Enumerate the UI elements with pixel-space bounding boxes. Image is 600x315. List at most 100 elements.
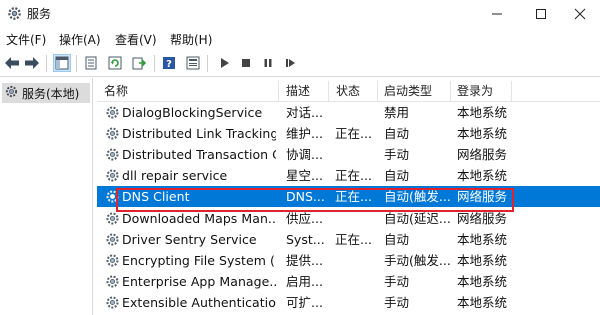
pause-service-icon — [264, 59, 272, 67]
restart-service-button[interactable] — [281, 54, 299, 72]
service-log-on-as: 本地系统 — [457, 231, 508, 247]
service-name: DNS Client — [122, 189, 190, 205]
service-name: DialogBlockingService — [122, 105, 263, 120]
column-header-description[interactable]: 描述 — [279, 81, 327, 102]
stop-service-button[interactable] — [237, 54, 255, 72]
service-startup-type: 自动 — [384, 168, 410, 184]
service-log-on-as: 网络服务 — [457, 210, 508, 226]
help-icon: ? — [163, 57, 175, 70]
service-gear-icon — [104, 294, 121, 311]
forward-button[interactable] — [23, 54, 41, 72]
maximize-button[interactable] — [518, 0, 564, 28]
pause-service-button[interactable] — [259, 54, 277, 72]
refresh-icon — [108, 56, 122, 70]
service-log-on-as: 本地系统 — [457, 126, 508, 142]
menu-action[interactable]: 操作(A) — [59, 31, 101, 48]
column-divider[interactable] — [511, 81, 512, 102]
menu-file[interactable]: 文件(F) — [6, 31, 46, 48]
console-tree-button[interactable] — [53, 54, 71, 72]
service-description: 启用... — [286, 273, 323, 289]
service-name: Extensible Authentication... — [122, 294, 276, 310]
service-status: 正在... — [335, 168, 372, 184]
back-icon — [5, 57, 19, 69]
table-row[interactable]: Extensible Authentication... 可扩... 手动 本地系统 — [97, 292, 600, 313]
toolbar-separator — [76, 55, 77, 72]
service-status: 正在... — [335, 231, 372, 247]
service-startup-type: 手动 — [384, 273, 410, 289]
view-icon — [186, 56, 200, 70]
service-startup-type: 自动(延迟... — [384, 210, 451, 226]
stop-service-icon — [242, 59, 250, 67]
export-list-icon — [132, 57, 146, 70]
service-status — [335, 250, 379, 271]
services-gear-icon — [6, 5, 23, 22]
table-row[interactable]: Enterprise App Manage... 启用... 手动 本地系统 — [97, 271, 600, 292]
service-log-on-as: 网络服务 — [457, 147, 508, 163]
service-status — [335, 271, 379, 292]
service-startup-type: 禁用 — [384, 105, 410, 120]
menu-bar: 文件(F) 操作(A) 查看(V) 帮助(H) — [0, 28, 600, 50]
column-header-log-on-as[interactable]: 登录为 — [450, 81, 520, 102]
column-header-name[interactable]: 名称 — [97, 81, 277, 102]
service-description: 可扩... — [286, 294, 323, 310]
service-description: Syst... — [286, 231, 325, 247]
service-name: Enterprise App Manage... — [122, 273, 276, 289]
minimize-icon — [492, 13, 502, 15]
properties-button[interactable] — [82, 54, 100, 72]
service-gear-icon — [104, 231, 121, 248]
close-button[interactable] — [560, 0, 600, 28]
tree-item-services-local[interactable]: 服务(本地) — [2, 83, 90, 103]
service-startup-type: 自动 — [384, 231, 410, 247]
toolbar: ? — [0, 50, 600, 77]
maximize-icon — [536, 9, 546, 19]
table-row[interactable]: dll repair service 星空... 正在... 自动 本地系统 — [97, 165, 600, 186]
service-name: Driver Sentry Service — [122, 231, 257, 247]
toolbar-separator — [154, 55, 155, 72]
restart-service-icon — [286, 59, 295, 67]
service-startup-type: 手动 — [384, 294, 410, 310]
help-button[interactable]: ? — [160, 54, 178, 72]
service-log-on-as: 本地系统 — [457, 273, 508, 289]
service-gear-icon — [104, 125, 121, 142]
export-list-button[interactable] — [130, 54, 148, 72]
service-gear-icon — [104, 167, 121, 184]
start-service-icon — [221, 58, 229, 68]
properties-icon — [85, 56, 97, 70]
service-status: 正在... — [335, 189, 372, 205]
table-row[interactable]: Encrypting File System (E... 提供... 手动(触发..… — [97, 250, 600, 271]
console-tree-pane: 服务(本地) — [0, 78, 93, 315]
service-name: Distributed Link Tracking... — [122, 126, 276, 142]
table-row[interactable]: DNS Client DNS... 正在... 自动(触发... 网络服务 — [97, 186, 600, 208]
service-name: Distributed Transaction C... — [122, 147, 276, 163]
toolbar-separator — [46, 55, 47, 72]
service-gear-icon — [104, 210, 121, 227]
table-row[interactable]: Downloaded Maps Man... 供应... 自动(延迟... 网络服务 — [97, 208, 600, 229]
service-gear-icon — [104, 252, 121, 269]
refresh-button[interactable] — [106, 54, 124, 72]
view-button[interactable] — [184, 54, 202, 72]
service-description: 供应... — [286, 210, 323, 226]
start-service-button[interactable] — [215, 54, 233, 72]
service-gear-icon — [104, 146, 121, 163]
console-tree-icon — [55, 56, 69, 70]
column-header-status[interactable]: 状态 — [329, 81, 377, 102]
close-icon — [574, 8, 586, 20]
service-startup-type: 自动 — [384, 126, 410, 142]
service-startup-type: 手动(触发... — [384, 252, 451, 268]
service-name: Encrypting File System (E... — [122, 252, 276, 268]
table-row[interactable]: Distributed Transaction C... 协调... 手动 网络服务 — [97, 144, 600, 165]
menu-help[interactable]: 帮助(H) — [170, 31, 212, 48]
menu-view[interactable]: 查看(V) — [115, 31, 157, 48]
service-startup-type: 自动(触发... — [384, 189, 451, 205]
service-log-on-as: 本地系统 — [457, 168, 508, 184]
minimize-button[interactable] — [474, 0, 520, 28]
column-header-startup-type[interactable]: 启动类型 — [377, 81, 451, 102]
table-row[interactable]: Distributed Link Tracking... 维护... 正在... 自动… — [97, 123, 600, 144]
service-description: DNS... — [286, 189, 325, 205]
service-status — [335, 102, 379, 123]
service-log-on-as: 本地系统 — [457, 105, 508, 120]
table-row[interactable]: Driver Sentry Service Syst... 正在... 自动 本地系统 — [97, 229, 600, 250]
back-button[interactable] — [3, 54, 21, 72]
service-status — [335, 208, 379, 229]
table-row[interactable]: DialogBlockingService 对话... 禁用 本地系统 — [97, 102, 600, 123]
